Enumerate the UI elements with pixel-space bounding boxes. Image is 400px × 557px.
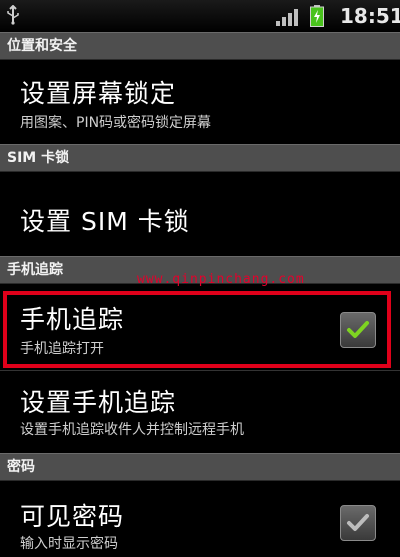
phone-tracking-title: 手机追踪 [20, 305, 125, 334]
visible-password-item[interactable]: 可见密码 输入时显示密码 [0, 481, 400, 557]
clock: 18:51 [340, 4, 400, 28]
usb-icon [7, 5, 19, 25]
visible-password-title: 可见密码 [20, 502, 125, 531]
signal-icon [276, 9, 298, 26]
visible-password-checkbox[interactable] [340, 505, 376, 541]
phone-tracking-checkbox[interactable] [340, 312, 376, 348]
watermark: www.qinpinchang.com [137, 272, 305, 287]
status-bar: 18:51 [0, 0, 400, 32]
visible-password-subtitle: 输入时显示密码 [20, 536, 118, 552]
phone-tracking-subtitle: 手机追踪打开 [20, 341, 104, 357]
check-icon [347, 514, 369, 531]
battery-charging-icon [310, 5, 324, 27]
section-header-location-security: 位置和安全 [0, 32, 400, 60]
set-sim-lock-title: 设置 SIM 卡锁 [20, 207, 190, 236]
section-header-sim-lock: SIM 卡锁 [0, 144, 400, 172]
set-phone-tracking-subtitle: 设置手机追踪收件人并控制远程手机 [20, 422, 244, 438]
set-phone-tracking-title: 设置手机追踪 [20, 388, 177, 417]
set-screen-lock-title: 设置屏幕锁定 [20, 79, 177, 108]
check-icon [347, 321, 369, 338]
set-phone-tracking-item[interactable]: 设置手机追踪 设置手机追踪收件人并控制远程手机 [0, 371, 400, 451]
set-screen-lock-subtitle: 用图案、PIN码或密码锁定屏幕 [20, 115, 212, 131]
set-sim-lock-item[interactable]: 设置 SIM 卡锁 [0, 172, 400, 254]
set-screen-lock-item[interactable]: 设置屏幕锁定 用图案、PIN码或密码锁定屏幕 [0, 60, 400, 140]
phone-tracking-item[interactable]: 手机追踪 手机追踪打开 [0, 292, 400, 368]
section-header-password: 密码 [0, 453, 400, 481]
